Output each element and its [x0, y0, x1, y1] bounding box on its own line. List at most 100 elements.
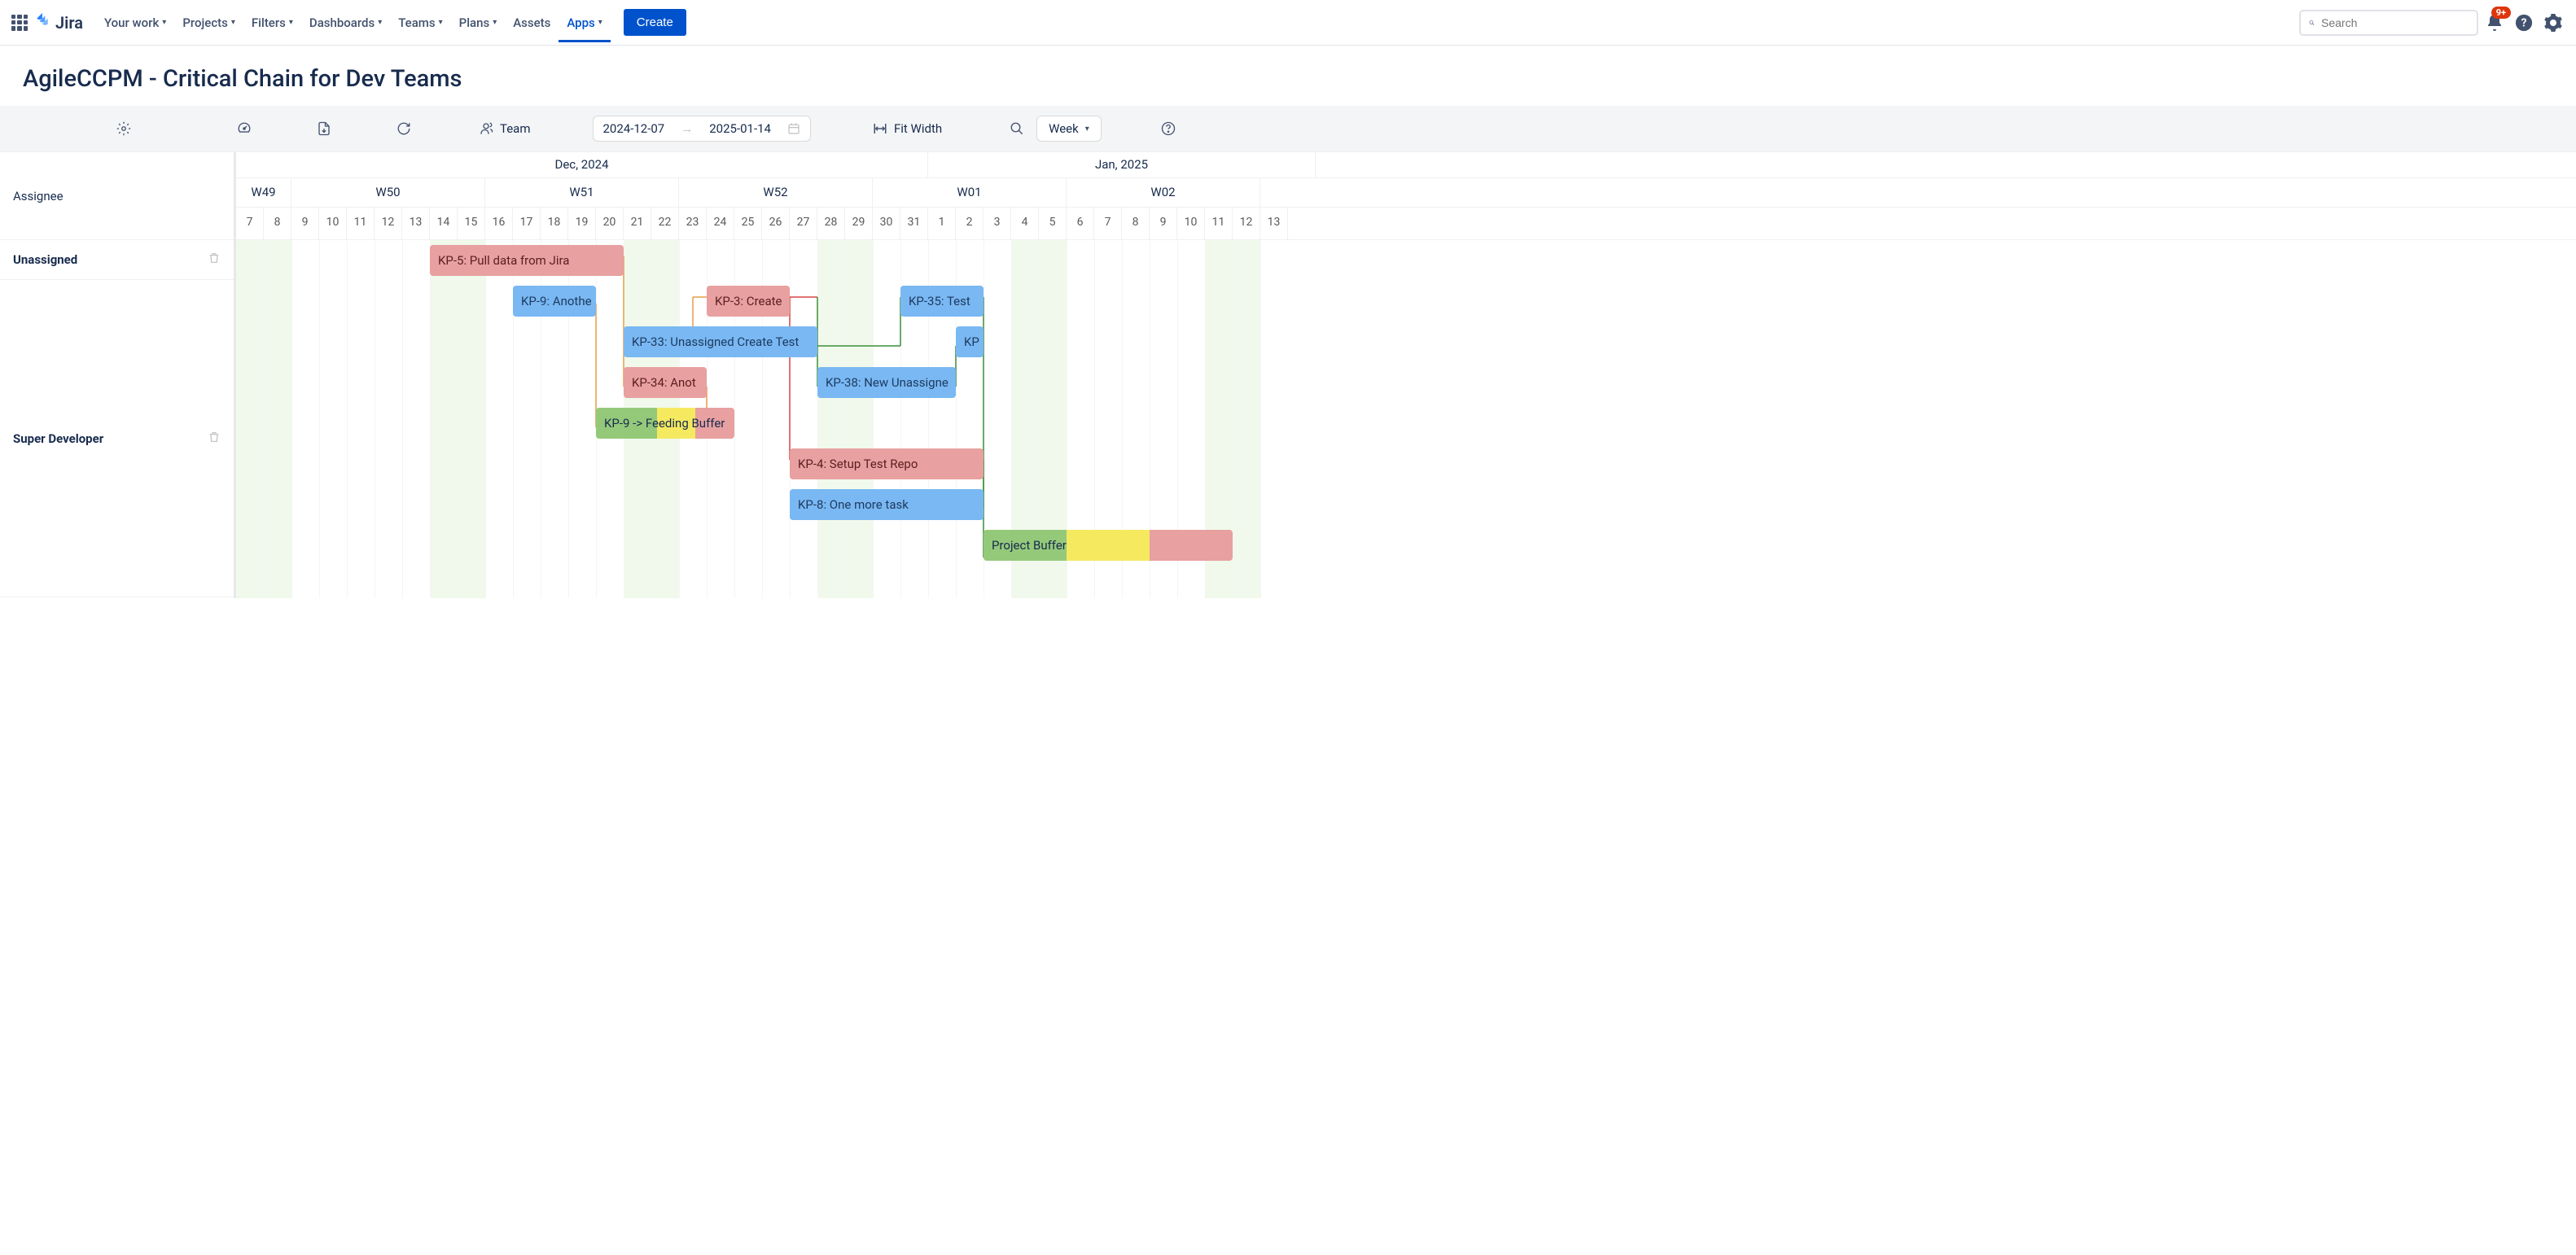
sidebar-header: Assignee	[0, 152, 234, 240]
grid-line	[319, 240, 320, 598]
week-cell: W51	[485, 178, 679, 207]
week-cell: W49	[236, 178, 291, 207]
gantt-sidebar: Assignee Unassigned Super Developer	[0, 152, 236, 598]
chevron-down-icon: ▾	[1085, 125, 1089, 133]
day-cell: 9	[291, 208, 319, 239]
grid-line	[291, 240, 292, 598]
team-button[interactable]: Team	[471, 116, 539, 141]
assignee-row[interactable]: Unassigned	[0, 240, 234, 280]
nav-assets[interactable]: Assets	[505, 3, 559, 42]
task-KP-8[interactable]: KP-8: One more task	[790, 489, 984, 520]
week-cell: W01	[873, 178, 1067, 207]
day-cell: 14	[430, 208, 458, 239]
day-cell: 11	[347, 208, 375, 239]
top-nav: Jira Your work▾Projects▾Filters▾Dashboar…	[0, 0, 2576, 46]
day-cell: 9	[1150, 208, 1177, 239]
jira-icon	[33, 13, 52, 33]
grid-line	[873, 240, 874, 598]
gantt-container: Assignee Unassigned Super Developer Dec, …	[0, 151, 2576, 598]
week-cell: W02	[1067, 178, 1260, 207]
weekend-stripe	[458, 240, 485, 598]
toolbar: Team 2024-12-07 → 2025-01-14 Fit Width W…	[0, 106, 2576, 151]
help-circle-icon[interactable]	[1155, 116, 1181, 142]
create-button[interactable]: Create	[624, 9, 686, 36]
task-KP-9[interactable]: KP-9: Anothe	[513, 286, 596, 317]
jira-logo[interactable]: Jira	[33, 13, 83, 33]
day-cell: 28	[817, 208, 845, 239]
weekend-stripe	[430, 240, 458, 598]
export-icon[interactable]	[311, 116, 337, 142]
help-icon[interactable]: ?	[2511, 10, 2537, 36]
nav-dashboards[interactable]: Dashboards▾	[301, 3, 390, 42]
date-range[interactable]: 2024-12-07 → 2025-01-14	[593, 116, 811, 142]
gantt-timeline[interactable]: Dec, 2024Jan, 2025 W49W50W51W52W01W02 78…	[236, 152, 2576, 598]
day-row: 7891011121314151617181920212223242526272…	[236, 208, 2576, 240]
grid-line	[817, 240, 818, 598]
day-cell: 21	[624, 208, 651, 239]
notifications-icon[interactable]: 9+	[2482, 10, 2508, 36]
nav-plans[interactable]: Plans▾	[451, 3, 506, 42]
task-KP-38[interactable]: KP-38: New Unassigne	[817, 367, 956, 398]
nav-projects[interactable]: Projects▾	[174, 3, 243, 42]
day-cell: 10	[1177, 208, 1205, 239]
nav-your-work[interactable]: Your work▾	[96, 3, 174, 42]
day-cell: 3	[984, 208, 1011, 239]
task-KP-34[interactable]: KP-34: Anot	[624, 367, 707, 398]
buffer-label: KP-9 -> Feeding Buffer	[604, 416, 725, 431]
trash-icon[interactable]	[208, 431, 221, 447]
fit-width-button[interactable]: Fit Width	[865, 116, 950, 141]
refresh-icon[interactable]	[391, 116, 417, 142]
grid-line	[402, 240, 403, 598]
trash-icon[interactable]	[208, 251, 221, 268]
day-cell: 11	[1205, 208, 1233, 239]
chart-body[interactable]: KP-5: Pull data from Jira KP-9: Anothe KP-…	[236, 240, 2576, 598]
task-KP-4[interactable]: KP-4: Setup Test Repo	[790, 448, 984, 479]
day-cell: 27	[790, 208, 817, 239]
day-cell: 8	[1122, 208, 1150, 239]
search-input[interactable]	[2321, 16, 2469, 29]
day-cell: 31	[900, 208, 928, 239]
chevron-down-icon: ▾	[231, 18, 235, 27]
chevron-down-icon: ▾	[162, 18, 166, 27]
day-cell: 2	[956, 208, 984, 239]
jira-logo-text: Jira	[55, 13, 83, 33]
grid-line	[264, 240, 265, 598]
assignee-row[interactable]: Super Developer	[0, 280, 234, 597]
task-KP-33[interactable]: KP-33: Unassigned Create Test	[624, 326, 817, 357]
weekend-stripe	[236, 240, 264, 598]
settings-icon[interactable]	[2540, 10, 2566, 36]
task-KP-35[interactable]: KP-35: Test	[900, 286, 984, 317]
search-icon	[2309, 16, 2315, 29]
nav-teams[interactable]: Teams▾	[390, 3, 450, 42]
nav-apps[interactable]: Apps▾	[559, 3, 610, 42]
gauge-icon[interactable]	[231, 116, 257, 142]
zoom-icon[interactable]	[1004, 116, 1030, 142]
nav-filters[interactable]: Filters▾	[243, 3, 301, 42]
grid-line	[1260, 240, 1261, 598]
day-cell: 4	[1011, 208, 1039, 239]
chevron-down-icon: ▾	[598, 18, 602, 27]
month-cell: Jan, 2025	[928, 152, 1316, 177]
day-cell: 29	[845, 208, 873, 239]
task-KP-3[interactable]: KP-3: Create	[707, 286, 790, 317]
weekend-stripe	[817, 240, 845, 598]
task-KP-37[interactable]: KP	[956, 326, 984, 357]
assignee-name: Super Developer	[13, 431, 103, 446]
chevron-down-icon: ▾	[493, 18, 497, 27]
day-cell: 15	[458, 208, 485, 239]
buffer-proj[interactable]: Project Buffer	[984, 530, 1233, 561]
task-KP-5[interactable]: KP-5: Pull data from Jira	[430, 245, 624, 276]
unit-label: Week	[1049, 121, 1079, 136]
week-cell: W50	[291, 178, 485, 207]
fit-width-icon	[873, 121, 887, 136]
search-box[interactable]	[2299, 10, 2478, 36]
gear-icon[interactable]	[111, 116, 137, 142]
unit-select[interactable]: Week ▾	[1036, 116, 1102, 142]
month-cell: Dec, 2024	[236, 152, 928, 177]
app-switcher-icon[interactable]	[10, 13, 29, 33]
notification-badge: 9+	[2491, 7, 2511, 19]
day-cell: 8	[264, 208, 291, 239]
day-cell: 25	[734, 208, 762, 239]
buffer-feed[interactable]: KP-9 -> Feeding Buffer	[596, 408, 734, 439]
day-cell: 10	[319, 208, 347, 239]
